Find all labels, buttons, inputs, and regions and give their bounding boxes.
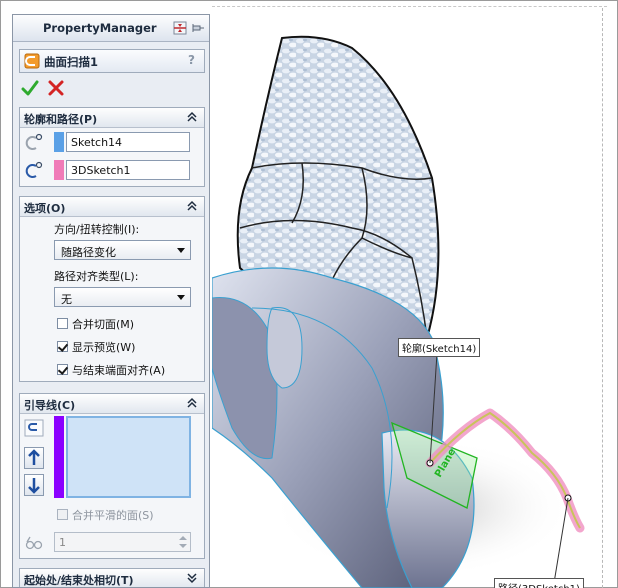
path-callout[interactable]: 路径(3DSketch1) [494, 578, 584, 588]
ok-check-button[interactable] [21, 79, 39, 97]
guide-curve-icon [24, 419, 44, 437]
expand-chevron-icon[interactable] [186, 572, 198, 584]
profile-callout[interactable]: 轮廓(Sketch14) [398, 338, 481, 357]
merge-smooth-label: 合并平滑的面(S) [72, 509, 154, 522]
path-align-value: 无 [61, 293, 72, 306]
move-down-button[interactable] [24, 474, 44, 496]
split-panel-icon[interactable] [173, 21, 187, 35]
options-heading: 选项(O) [24, 202, 66, 215]
guide-curves-header[interactable]: 引导线(C) [20, 394, 204, 414]
spectacles-icon [25, 536, 43, 550]
feature-title-bar: 曲面扫描1 ? [19, 49, 205, 73]
guide-curves-group: 引导线(C) 合并平滑的面(S) 1 [19, 393, 205, 559]
start-end-tangency-group: 起始处/结束处相切(T) [19, 568, 205, 587]
options-header[interactable]: 选项(O) [20, 197, 204, 217]
guide-spin-input[interactable]: 1 [54, 532, 191, 552]
cancel-x-button[interactable] [47, 79, 65, 97]
merge-tangent-label: 合并切面(M) [72, 318, 135, 331]
align-end-label: 与结束端面对齐(A) [72, 364, 166, 377]
start-end-tangency-heading: 起始处/结束处相切(T) [24, 574, 134, 587]
arrow-down-icon [28, 478, 40, 494]
guide-curves-listbox[interactable] [66, 416, 191, 498]
path-input[interactable]: 3DSketch1 [66, 160, 190, 180]
orientation-label: 方向/扭转控制(I): [54, 223, 140, 236]
guide-curve-color-bar [54, 416, 64, 498]
show-preview-checkbox[interactable] [57, 341, 68, 352]
path-align-select[interactable]: 无 [54, 287, 191, 307]
profile-selection-icon [25, 133, 43, 150]
options-group: 选项(O) 方向/扭转控制(I): 随路径变化 路径对齐类型(L): 无 合并切… [19, 196, 205, 382]
path-align-label: 路径对齐类型(L): [54, 270, 139, 283]
path-color-swatch [54, 160, 64, 180]
path-selection-icon [25, 161, 43, 178]
profile-path-header[interactable]: 轮廓和路径(P) [20, 108, 204, 128]
guide-spin-value: 1 [59, 536, 66, 549]
property-manager-header: PropertyManager [13, 15, 209, 42]
viewport-right-border [602, 8, 611, 588]
start-end-tangency-header[interactable]: 起始处/结束处相切(T) [20, 569, 204, 587]
model-scene[interactable]: Plane [212, 8, 602, 588]
feature-title: 曲面扫描1 [44, 55, 99, 69]
dropdown-arrow-icon [177, 295, 185, 300]
collapse-chevron-icon[interactable] [186, 200, 198, 212]
spin-arrows-icon[interactable] [177, 534, 189, 550]
surface-sweep-icon [24, 53, 40, 69]
orientation-select[interactable]: 随路径变化 [54, 240, 191, 260]
align-end-checkbox[interactable] [57, 364, 68, 375]
property-manager-panel: PropertyManager 曲面扫描1 ? 轮廓和路径(P) Sketch1… [12, 14, 210, 588]
profile-path-heading: 轮廓和路径(P) [24, 113, 98, 126]
profile-color-swatch [54, 132, 64, 152]
show-preview-label: 显示预览(W) [72, 341, 136, 354]
collapse-chevron-icon[interactable] [186, 111, 198, 123]
graphics-viewport[interactable]: Plane 轮廓(Sketch14) 路径(3DSketch1) [212, 8, 602, 588]
help-icon[interactable]: ? [188, 53, 195, 67]
swept-body[interactable] [212, 267, 475, 588]
merge-smooth-checkbox[interactable] [57, 509, 68, 520]
property-manager-title: PropertyManager [43, 21, 157, 35]
guide-curves-heading: 引导线(C) [24, 399, 76, 412]
collapse-chevron-icon[interactable] [186, 397, 198, 409]
profile-input[interactable]: Sketch14 [66, 132, 190, 152]
pushpin-icon[interactable] [191, 21, 205, 35]
arrow-up-icon [28, 449, 40, 465]
profile-path-group: 轮廓和路径(P) Sketch14 3DSketch1 [19, 107, 205, 187]
move-up-button[interactable] [24, 447, 44, 469]
merge-tangent-checkbox[interactable] [57, 318, 68, 329]
orientation-value: 随路径变化 [61, 246, 116, 259]
dropdown-arrow-icon [177, 248, 185, 253]
